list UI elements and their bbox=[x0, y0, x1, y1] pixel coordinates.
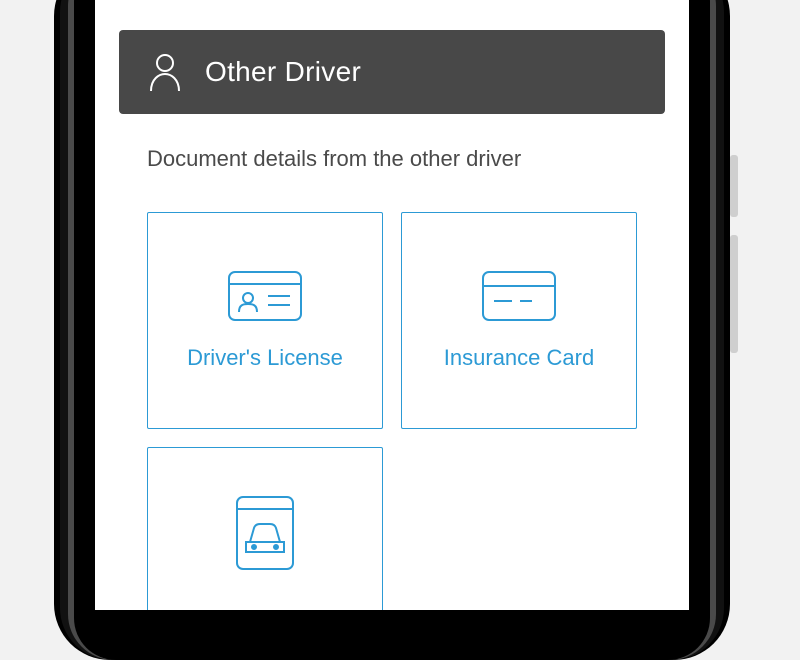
phone-side-button bbox=[730, 155, 738, 217]
person-icon bbox=[147, 52, 183, 92]
section-title: Other Driver bbox=[205, 56, 361, 88]
section-subtitle: Document details from the other driver bbox=[147, 146, 665, 172]
tile-label: Insurance Card bbox=[444, 345, 594, 371]
tile-vehicle[interactable] bbox=[147, 447, 383, 610]
tile-label: Driver's License bbox=[187, 345, 343, 371]
screen: Other Driver Document details from the o… bbox=[95, 0, 689, 610]
vehicle-card-icon bbox=[236, 496, 294, 570]
id-card-icon bbox=[228, 271, 302, 321]
tile-drivers-license[interactable]: Driver's License bbox=[147, 212, 383, 429]
tile-insurance-card[interactable]: Insurance Card bbox=[401, 212, 637, 429]
phone-volume-button bbox=[730, 235, 738, 353]
credit-card-icon bbox=[482, 271, 556, 321]
section-header: Other Driver bbox=[119, 30, 665, 114]
